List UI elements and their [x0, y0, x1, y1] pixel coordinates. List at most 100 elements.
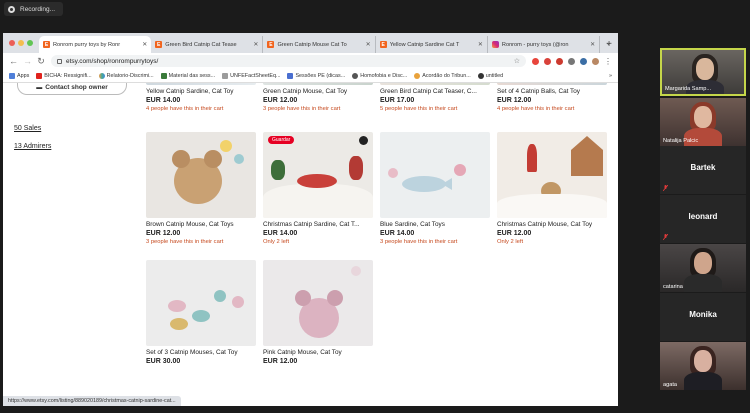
product-image[interactable] — [146, 260, 256, 346]
tab-green-bird[interactable]: E Green Bird Catnip Cat Tease ✕ — [151, 36, 264, 53]
listing-card[interactable]: Set of 3 Catnip Mouses, Cat Toy EUR 30.0… — [146, 260, 256, 365]
product-image[interactable] — [263, 83, 373, 85]
bookmark-item[interactable]: Sessões PE (dicas... — [287, 72, 345, 79]
listing-card[interactable]: Set of 4 Catnip Balls, Cat Toy EUR 12.00… — [497, 83, 607, 112]
bookmarks-overflow-icon[interactable]: » — [609, 73, 612, 79]
tab-search-icon[interactable]: ⌄ — [605, 38, 612, 47]
bookmark-item[interactable]: Acordão do Tribun... — [414, 72, 471, 79]
product-image[interactable] — [263, 260, 373, 346]
expand-icon[interactable] — [359, 136, 368, 145]
pinterest-extension-icon[interactable] — [544, 57, 551, 65]
site-icon — [414, 72, 421, 79]
close-tab-icon[interactable]: ✕ — [366, 41, 371, 48]
listing-card[interactable]: Guardar Christmas Catnip Sardine, Cat T.… — [263, 132, 373, 245]
address-bar[interactable]: etsy.com/shop/ronrompurrytoys/ ☆ — [51, 55, 526, 67]
participant-name: Monika — [689, 310, 717, 319]
listing-card[interactable]: Brown Catnip Mouse, Cat Toys EUR 12.00 3… — [146, 132, 256, 245]
bookmark-item[interactable]: untitled — [477, 72, 504, 79]
cart-note: 4 people have this in their cart — [146, 106, 224, 112]
recording-indicator[interactable]: Recording... — [4, 2, 64, 16]
cart-note: 4 people have this in their cart — [497, 106, 575, 112]
listing-title[interactable]: Brown Catnip Mouse, Cat Toys — [146, 221, 256, 228]
tab-green-mouse[interactable]: E Green Catnip Mouse Cat To ✕ — [263, 36, 376, 53]
listing-card[interactable]: Green Bird Catnip Cat Teaser, C... EUR 1… — [380, 83, 490, 112]
bookmark-apps[interactable]: Apps — [9, 72, 29, 79]
close-tab-icon[interactable]: ✕ — [253, 41, 258, 48]
bookmark-item[interactable]: BICHA: Ressignifi... — [36, 72, 92, 79]
listing-title[interactable]: Yellow Catnip Sardine, Cat Toy — [146, 88, 256, 95]
contact-shop-owner-button[interactable]: ▬ Contact shop owner — [17, 83, 127, 95]
tab-title: Yellow Catnip Sardine Cat T — [389, 41, 460, 48]
listing-title[interactable]: Christmas Catnip Sardine, Cat T... — [263, 221, 373, 228]
reload-icon[interactable]: ↻ — [37, 56, 45, 67]
etsy-icon: E — [379, 41, 387, 48]
etsy-icon: E — [43, 41, 50, 48]
forward-icon[interactable]: → — [23, 56, 32, 66]
participant-tile[interactable]: leonard — [660, 195, 746, 243]
listing-title[interactable]: Blue Sardine, Cat Toys — [380, 221, 490, 228]
record-icon — [8, 5, 15, 13]
listing-price: EUR 17.00 — [380, 97, 415, 104]
toolbar: ← → ↻ etsy.com/shop/ronrompurrytoys/ ☆ ⋮ — [3, 53, 618, 69]
listing-title[interactable]: Pink Catnip Mouse, Cat Toy — [263, 349, 373, 356]
menu-icon[interactable]: ⋮ — [604, 57, 612, 66]
bookmark-label: Homofobia e Disc... — [360, 72, 408, 79]
tab-ronrom-shop[interactable]: E Ronrom purry toys by Ronr ✕ — [39, 36, 152, 53]
listing-title[interactable]: Green Catnip Mouse, Cat Toy — [263, 88, 373, 95]
maximize-window-button[interactable] — [27, 40, 33, 46]
participant-tile[interactable]: agata — [660, 342, 746, 390]
participant-name: catarina — [663, 284, 683, 290]
product-image[interactable] — [146, 83, 256, 85]
listing-title[interactable]: Christmas Catnip Mouse, Cat Toy — [497, 221, 607, 228]
back-icon[interactable]: ← — [9, 56, 18, 66]
listing-card[interactable]: Pink Catnip Mouse, Cat Toy EUR 12.00 — [263, 260, 373, 365]
bookmark-item[interactable]: Relatorio-Discrimi... — [98, 72, 154, 79]
bookmark-label: untitled — [485, 72, 504, 79]
sales-link[interactable]: 50 Sales — [14, 125, 41, 132]
product-image[interactable]: Guardar — [263, 132, 373, 218]
tab-yellow-sardine[interactable]: E Yellow Catnip Sardine Cat T ✕ — [376, 36, 488, 53]
screen: Recording... E Ronrom purry toys by Ronr… — [0, 0, 750, 413]
bookmark-item[interactable]: Homofobia e Disc... — [352, 72, 408, 79]
extension-icon[interactable] — [556, 57, 563, 65]
bookmark-label: Acordão do Tribun... — [422, 72, 471, 79]
participant-tile[interactable]: Natalija Palcic — [660, 98, 746, 146]
bookmark-item[interactable]: Material das sess... — [160, 72, 215, 79]
participant-tile[interactable]: Bartek — [660, 146, 746, 194]
listing-title[interactable]: Set of 4 Catnip Balls, Cat Toy — [497, 88, 607, 95]
cart-note: Only 2 left — [263, 239, 290, 245]
bookmark-star-icon[interactable]: ☆ — [514, 57, 520, 65]
close-tab-icon[interactable]: ✕ — [478, 41, 483, 48]
lock-icon — [57, 58, 62, 64]
listing-card[interactable]: Yellow Catnip Sardine, Cat Toy EUR 14.00… — [146, 83, 256, 112]
minimize-window-button[interactable] — [18, 40, 24, 46]
cart-note: 3 people have this in their cart — [146, 239, 224, 245]
listing-title[interactable]: Green Bird Catnip Cat Teaser, C... — [380, 88, 490, 95]
participant-tile[interactable]: catarina — [660, 244, 746, 292]
bookmarks-bar: Apps BICHA: Ressignifi... Relatorio-Disc… — [3, 69, 618, 83]
extension-icon[interactable] — [532, 57, 539, 65]
puzzle-icon[interactable] — [568, 57, 575, 65]
listing-price: EUR 12.00 — [263, 97, 298, 104]
participant-tile[interactable]: Margarida Samp... — [660, 48, 746, 96]
listing-card[interactable]: Christmas Catnip Mouse, Cat Toy EUR 12.0… — [497, 132, 607, 245]
close-window-button[interactable] — [9, 40, 15, 46]
product-image[interactable] — [497, 83, 607, 85]
listing-card[interactable]: Blue Sardine, Cat Toys EUR 14.00 3 peopl… — [380, 132, 490, 245]
tab-instagram[interactable]: Ronrom - purry toys (@ron ✕ — [488, 36, 601, 53]
profile-avatar[interactable] — [592, 57, 599, 65]
close-tab-icon[interactable]: ✕ — [590, 41, 595, 48]
extension-icon[interactable] — [580, 57, 587, 65]
participant-tile[interactable]: Monika — [660, 293, 746, 341]
product-image[interactable] — [380, 83, 490, 85]
listing-price: EUR 12.00 — [497, 230, 532, 237]
product-image[interactable] — [380, 132, 490, 218]
bookmark-item[interactable]: UNFEFactSheetEq... — [222, 72, 280, 79]
listing-card[interactable]: Green Catnip Mouse, Cat Toy EUR 12.00 3 … — [263, 83, 373, 112]
product-image[interactable] — [497, 132, 607, 218]
product-image[interactable] — [146, 132, 256, 218]
listing-title[interactable]: Set of 3 Catnip Mouses, Cat Toy — [146, 349, 256, 356]
close-tab-icon[interactable]: ✕ — [142, 41, 147, 48]
pinterest-save-button[interactable]: Guardar — [268, 136, 295, 144]
admirers-link[interactable]: 13 Admirers — [14, 143, 51, 150]
